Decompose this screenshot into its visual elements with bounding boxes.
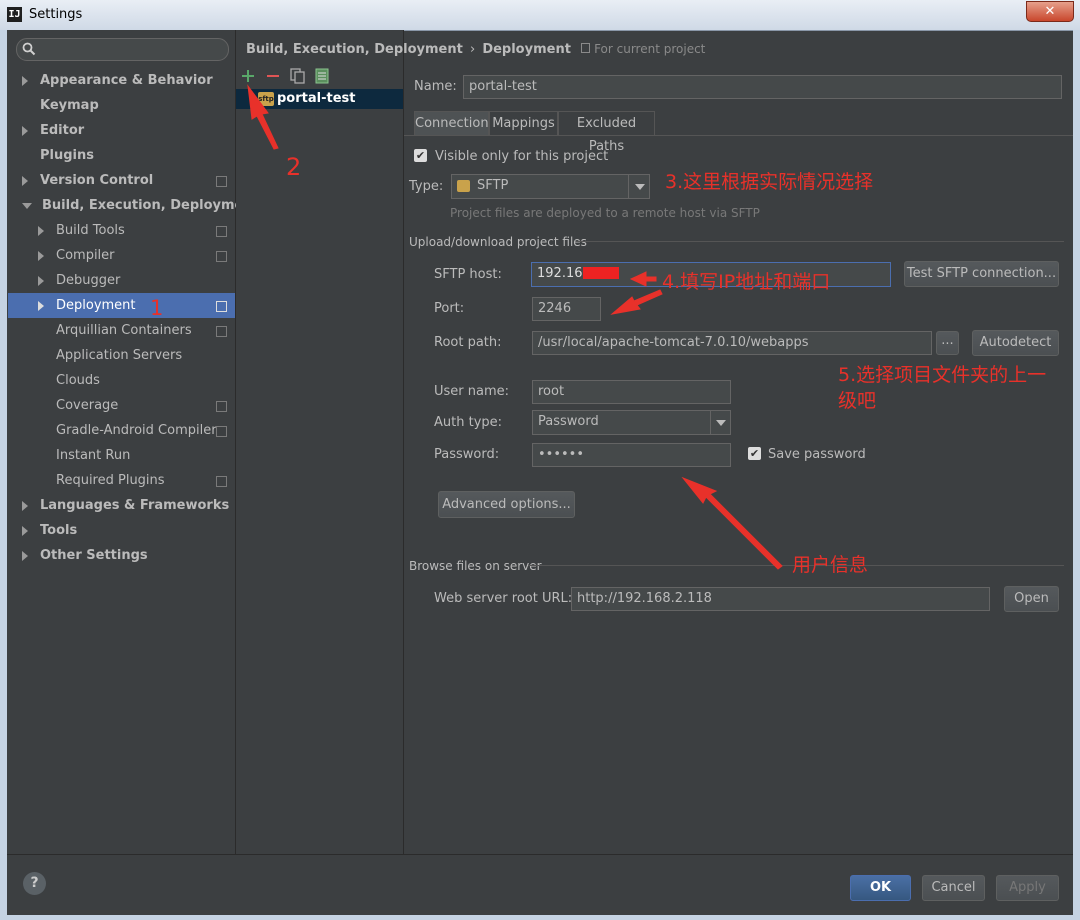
annotation-arrow-port — [610, 289, 663, 315]
annotation-5: 5.选择项目文件夹的上一 级吧 — [838, 364, 1047, 412]
annotation-2: 2 — [286, 153, 302, 181]
annotation-overlay — [247, 84, 783, 570]
annotation-1: 1 — [150, 296, 164, 320]
annotation-arrow-user-info — [681, 476, 783, 570]
annotation-4: 4.填写IP地址和端口 — [662, 271, 831, 293]
annotation-user-info: 用户信息 — [792, 554, 869, 576]
annotation-arrow-2 — [247, 84, 279, 150]
annotation-3: 3.这里根据实际情况选择 — [665, 171, 874, 193]
annotation-arrow-4 — [629, 271, 657, 287]
